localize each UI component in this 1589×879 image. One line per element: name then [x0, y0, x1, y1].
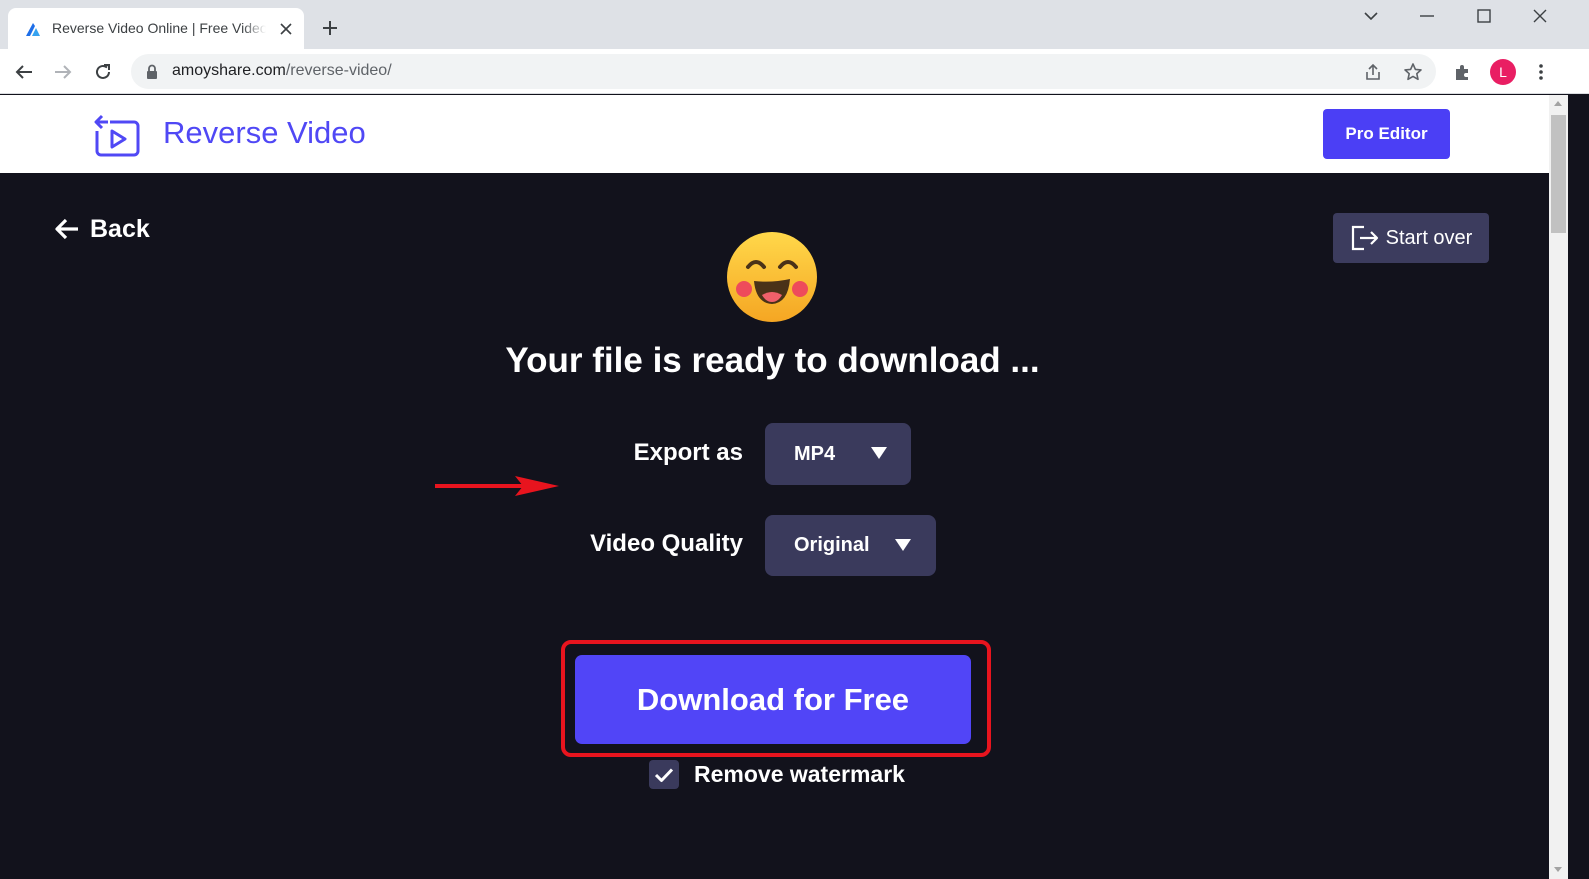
- profile-avatar[interactable]: L: [1490, 59, 1516, 85]
- start-over-button[interactable]: Start over: [1333, 213, 1489, 263]
- site-logo-text[interactable]: Reverse Video: [163, 115, 366, 151]
- lock-icon: [147, 64, 157, 79]
- address-bar[interactable]: amoyshare.com/reverse-video/: [131, 54, 1436, 89]
- page-scrollbar[interactable]: [1549, 95, 1568, 879]
- start-over-label: Start over: [1385, 226, 1473, 249]
- url-domain: amoyshare.com: [172, 62, 286, 79]
- new-tab-icon[interactable]: [318, 16, 342, 40]
- ready-title: Your file is ready to download ...: [505, 341, 1040, 380]
- browser-tab[interactable]: Reverse Video Online | Free Video Revers…: [8, 8, 304, 49]
- extensions-puzzle-icon[interactable]: [1449, 58, 1477, 86]
- export-format-value: MP4: [794, 442, 836, 465]
- remove-watermark-checkbox[interactable]: [649, 760, 679, 789]
- video-quality-value: Original: [794, 534, 870, 556]
- share-icon[interactable]: [1361, 60, 1385, 84]
- laughing-emoji-icon: [727, 232, 817, 322]
- maximize-icon[interactable]: [1464, 4, 1504, 28]
- scrollbar-thumb[interactable]: [1551, 115, 1566, 233]
- forward-nav-icon[interactable]: [49, 58, 77, 86]
- tab-search-chevron-icon[interactable]: [1351, 4, 1391, 28]
- reload-icon[interactable]: [89, 58, 117, 86]
- reverse-video-logo-icon[interactable]: [94, 113, 140, 157]
- arrow-left-icon: [55, 218, 78, 240]
- scroll-down-arrow-icon[interactable]: [1554, 867, 1562, 872]
- exit-icon: [1351, 225, 1378, 251]
- pro-editor-button[interactable]: Pro Editor: [1323, 109, 1450, 159]
- main-content: Back Start over Your file is ready to do…: [0, 173, 1549, 879]
- export-as-label: Export as: [633, 439, 743, 466]
- scroll-up-arrow-icon[interactable]: [1554, 101, 1562, 106]
- more-menu-icon[interactable]: [1527, 58, 1555, 86]
- tab-close-icon[interactable]: [276, 19, 296, 39]
- video-quality-select[interactable]: Original: [765, 515, 936, 576]
- bookmark-star-icon[interactable]: [1401, 60, 1425, 84]
- tab-title: Reverse Video Online | Free Video Revers…: [52, 20, 266, 36]
- annotation-arrow-icon: [435, 476, 559, 496]
- url-text: amoyshare.com/reverse-video/: [172, 62, 392, 80]
- chevron-down-icon: [895, 539, 911, 551]
- remove-watermark-label[interactable]: Remove watermark: [694, 761, 905, 788]
- site-header: Reverse Video Pro Editor: [0, 95, 1549, 173]
- close-window-icon[interactable]: [1520, 4, 1560, 28]
- browser-tab-bar: Reverse Video Online | Free Video Revers…: [0, 0, 1589, 49]
- back-nav-icon[interactable]: [10, 58, 38, 86]
- back-link[interactable]: Back: [54, 213, 150, 245]
- video-quality-label: Video Quality: [590, 530, 743, 557]
- amoyshare-favicon-icon: [26, 23, 40, 36]
- minimize-icon[interactable]: [1407, 4, 1447, 28]
- back-label: Back: [90, 214, 150, 243]
- export-format-select[interactable]: MP4: [765, 423, 911, 485]
- browser-toolbar: amoyshare.com/reverse-video/ L: [0, 49, 1589, 94]
- download-for-free-button[interactable]: Download for Free: [575, 655, 971, 744]
- checkmark-icon: [654, 767, 674, 782]
- url-path: /reverse-video/: [285, 62, 392, 79]
- chevron-down-icon: [871, 447, 887, 459]
